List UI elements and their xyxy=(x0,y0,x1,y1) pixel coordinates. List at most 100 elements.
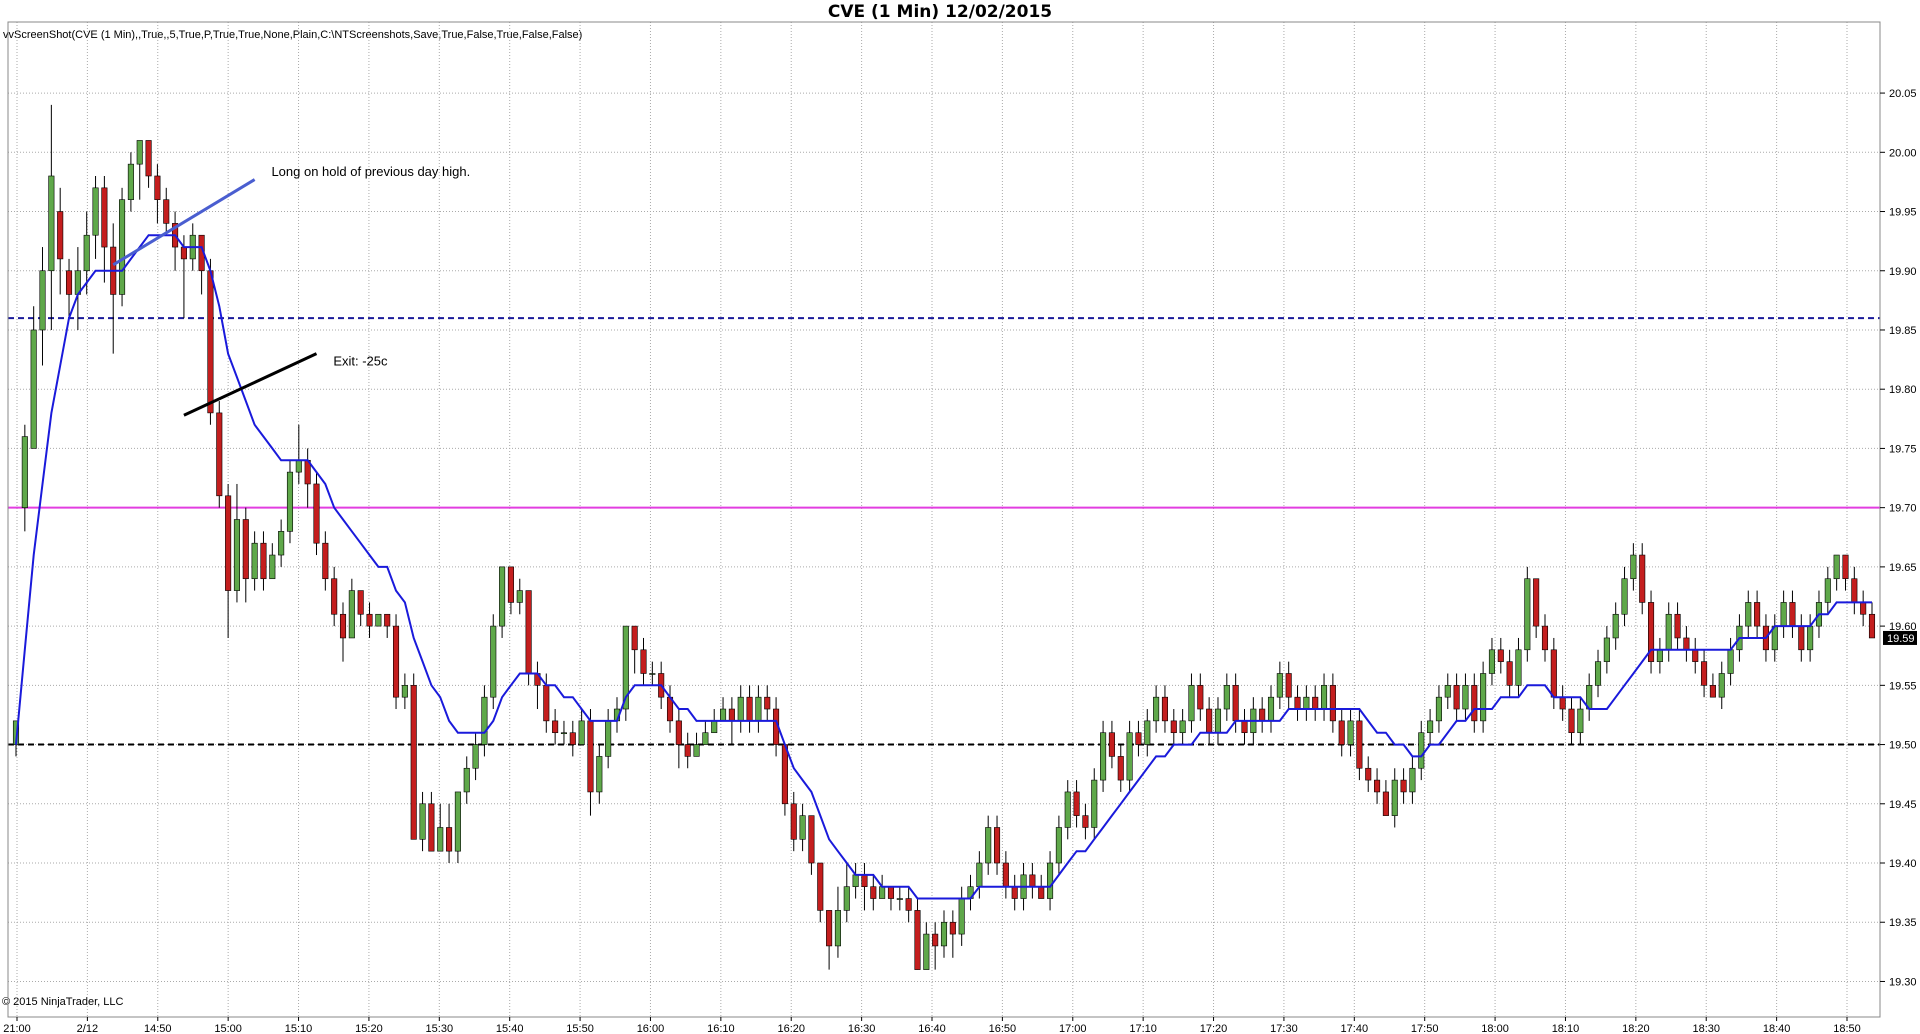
price-tick-label: 19.30 xyxy=(1889,976,1917,988)
candle-down xyxy=(1170,720,1177,734)
candle-up xyxy=(958,898,965,935)
candle-up xyxy=(269,554,276,580)
candle-down xyxy=(1002,862,1009,888)
candle-down xyxy=(1868,613,1876,639)
last-price-label: 19.59 xyxy=(1887,633,1915,645)
candle-up xyxy=(1391,779,1398,816)
candle-down xyxy=(163,199,170,224)
candle-up xyxy=(1656,649,1663,662)
candle-up xyxy=(1179,720,1186,734)
candle-up xyxy=(1780,602,1787,627)
candle-down xyxy=(1338,720,1345,745)
candle-down xyxy=(410,685,417,840)
candle-up xyxy=(1807,625,1814,651)
candle-down xyxy=(154,175,161,200)
candle-down xyxy=(1161,696,1168,722)
candle-up xyxy=(1462,685,1469,710)
time-tick-label: 18:50 xyxy=(1833,1023,1861,1034)
candle-up xyxy=(454,791,461,852)
candles xyxy=(12,104,1876,970)
price-tick-label: 19.35 xyxy=(1889,917,1917,929)
candle-down xyxy=(225,495,232,591)
candle-up xyxy=(21,436,28,508)
candle-up xyxy=(799,815,806,840)
candle-down xyxy=(746,696,753,722)
candle-up xyxy=(127,163,134,200)
time-tick-label: 18:40 xyxy=(1763,1023,1791,1034)
trendlines[interactable] xyxy=(112,178,318,417)
candle-up xyxy=(39,270,46,331)
candle-down xyxy=(1011,886,1018,899)
annotation-1: Exit: -25c xyxy=(333,354,388,369)
candle-up xyxy=(1594,661,1602,686)
time-tick-label: 16:10 xyxy=(707,1023,735,1034)
candle-up xyxy=(1091,779,1098,828)
candle-up xyxy=(1409,767,1416,793)
candle-up xyxy=(578,720,585,745)
candle-down xyxy=(1471,685,1478,722)
candle-up xyxy=(1480,673,1487,722)
candle-down xyxy=(1789,602,1796,627)
annotation-0: Long on hold of previous day high. xyxy=(271,164,470,179)
price-tick-label: 20.00 xyxy=(1889,147,1917,159)
candle-down xyxy=(1312,696,1319,710)
candle-down xyxy=(260,542,267,580)
candle-up xyxy=(1488,649,1496,674)
candle-down xyxy=(180,246,187,260)
candle-up xyxy=(1435,696,1442,722)
candle-up xyxy=(1427,720,1434,734)
candle-up xyxy=(490,625,497,698)
candle-down xyxy=(870,886,877,899)
candle-down xyxy=(313,483,320,544)
candle-down xyxy=(684,744,691,757)
candle-up xyxy=(560,732,568,735)
candle-up xyxy=(1418,732,1425,769)
candle-down xyxy=(65,270,73,295)
candle-down xyxy=(1798,625,1805,651)
candle-down xyxy=(764,696,771,710)
candle-down xyxy=(932,933,939,947)
candle-up xyxy=(940,921,948,947)
candle-down xyxy=(384,613,391,627)
candle-down xyxy=(1701,661,1708,686)
candle-up xyxy=(852,874,859,888)
candle-up xyxy=(755,696,762,722)
candle-up xyxy=(1444,685,1451,698)
price-tick-label: 19.50 xyxy=(1889,740,1917,752)
candle-down xyxy=(640,649,647,674)
candle-up xyxy=(481,696,488,745)
candle-down xyxy=(587,720,594,793)
candle-down xyxy=(543,685,550,722)
candle-up xyxy=(1612,613,1619,639)
candle-up xyxy=(1153,696,1160,722)
time-tick-label: 18:30 xyxy=(1692,1023,1720,1034)
candle-up xyxy=(375,613,382,627)
candle-down xyxy=(525,590,532,674)
candle-up xyxy=(834,910,841,947)
candle-up xyxy=(286,471,294,532)
candle-down xyxy=(1365,767,1372,781)
candle-down xyxy=(1842,554,1849,580)
time-tick-label: 18:10 xyxy=(1552,1023,1580,1034)
time-tick-label: 17:10 xyxy=(1129,1023,1157,1034)
price-tick-label: 19.65 xyxy=(1889,562,1917,574)
candle-up xyxy=(1055,827,1062,864)
time-tick-label: 16:00 xyxy=(637,1023,665,1034)
candle-down xyxy=(1541,625,1549,651)
candle-up xyxy=(233,519,240,591)
time-tick-label: 14:50 xyxy=(144,1023,172,1034)
candle-down xyxy=(993,827,1001,864)
candle-up xyxy=(48,175,55,272)
candle-down xyxy=(57,211,64,260)
candle-up xyxy=(1144,720,1151,745)
price-chart[interactable]: Long on hold of previous day high. Exit: … xyxy=(0,0,1920,1034)
candle-down xyxy=(1285,673,1292,698)
candle-up xyxy=(119,199,126,295)
candle-down xyxy=(1382,791,1389,816)
candle-down xyxy=(1038,886,1045,899)
candle-up xyxy=(437,827,444,852)
time-tick-label: 15:20 xyxy=(355,1023,383,1034)
candle-down xyxy=(1232,685,1239,722)
candle-down xyxy=(826,910,833,947)
candle-down xyxy=(1568,708,1575,734)
